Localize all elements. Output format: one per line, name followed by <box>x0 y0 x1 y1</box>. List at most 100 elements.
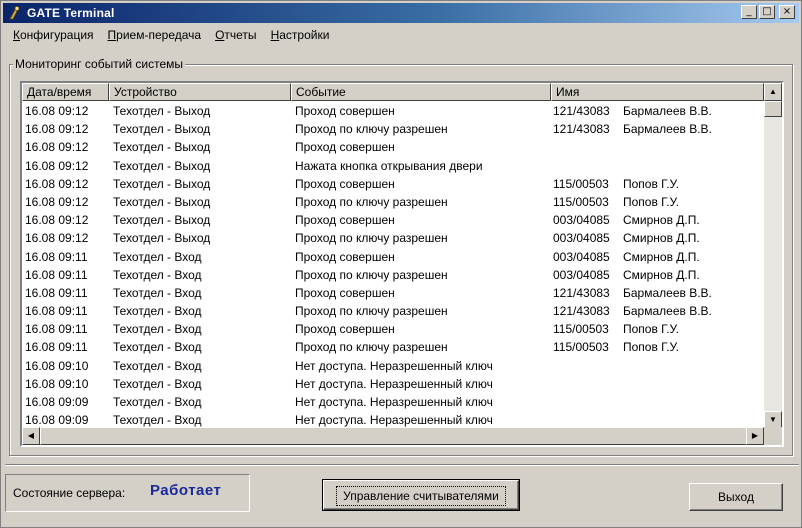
column-header-date[interactable]: Дата/время <box>22 83 109 101</box>
cell-key-code: 003/04085 <box>553 249 610 264</box>
table-row[interactable]: 16.08 09:11 Техотдел - Вход Проход соверше… <box>22 284 764 302</box>
cell-event: Проход совершен <box>295 322 395 337</box>
cell-device: Техотдел - Выход <box>113 140 211 155</box>
table-row[interactable]: 16.08 09:09 Техотдел - Вход Нет доступа. Н… <box>22 393 764 411</box>
menu-reports[interactable]: Отчеты <box>211 28 261 42</box>
table-row[interactable]: 16.08 09:11 Техотдел - Вход Проход соверше… <box>22 248 764 266</box>
cell-key-code <box>551 357 623 375</box>
column-header-event[interactable]: Событие <box>291 83 551 101</box>
column-header-name[interactable]: Имя <box>551 83 764 101</box>
cell-date: 16.08 09:12 <box>25 158 89 173</box>
cell-key-code: 003/04085 <box>553 231 610 246</box>
table-row[interactable]: 16.08 09:12 Техотдел - Выход Проход соверш… <box>22 211 764 229</box>
scroll-left-icon[interactable]: ◀ <box>22 427 40 445</box>
cell-event: Нажата кнопка открывания двери <box>295 158 483 173</box>
cell-date: 16.08 09:11 <box>25 322 88 337</box>
table-row[interactable]: 16.08 09:12 Техотдел - Выход Проход по клю… <box>22 120 764 138</box>
cell-device: Техотдел - Вход <box>113 285 202 300</box>
cell-key-code: 115/00503 <box>553 194 609 209</box>
cell-event: Проход совершен <box>295 213 395 228</box>
cell-person: Попов Г.У. <box>623 340 679 355</box>
cell-device: Техотдел - Вход <box>113 304 202 319</box>
column-header-device[interactable]: Устройство <box>109 83 291 101</box>
list-header: Дата/время Устройство Событие Имя <box>22 83 764 101</box>
cell-person <box>623 357 764 375</box>
cell-person: Бармалеев В.В. <box>623 122 712 137</box>
event-list[interactable]: Дата/время Устройство Событие Имя 16.08 … <box>20 81 784 447</box>
server-status-label: Состояние сервера: <box>13 486 126 500</box>
cell-key-code: 003/04085 <box>553 213 610 228</box>
cell-date: 16.08 09:12 <box>25 104 89 118</box>
table-row[interactable]: 16.08 09:11 Техотдел - Вход Проход по ключ… <box>22 266 764 284</box>
horizontal-scroll-thumb[interactable] <box>40 427 750 445</box>
menu-configuration[interactable]: Конфигурация <box>9 28 98 42</box>
cell-person: Смирнов Д.П. <box>623 213 700 228</box>
cell-person <box>623 375 764 393</box>
cell-date: 16.08 09:12 <box>25 176 89 191</box>
cell-event: Проход совершен <box>295 140 395 155</box>
cell-date: 16.08 09:12 <box>25 140 89 155</box>
cell-device: Техотдел - Выход <box>113 122 211 137</box>
cell-person: Попов Г.У. <box>623 176 679 191</box>
cell-event: Проход по ключу разрешен <box>295 267 448 282</box>
table-row[interactable]: 16.08 09:12 Техотдел - Выход Проход по клю… <box>22 229 764 247</box>
cell-date: 16.08 09:11 <box>25 304 88 319</box>
vertical-scroll-thumb[interactable] <box>764 101 782 117</box>
cell-event: Проход по ключу разрешен <box>295 340 448 355</box>
cell-person: Бармалеев В.В. <box>623 304 712 319</box>
horizontal-scrollbar[interactable]: ◀ ▶ <box>22 427 764 445</box>
gate-app-icon <box>9 6 20 20</box>
gate-terminal-window: GATE Terminal _ □ × Конфигурация Прием-п… <box>0 0 802 528</box>
scroll-right-icon[interactable]: ▶ <box>746 427 764 445</box>
menu-settings[interactable]: Настройки <box>267 28 334 42</box>
menu-transfer[interactable]: Прием-передача <box>104 28 206 42</box>
cell-date: 16.08 09:12 <box>25 194 89 209</box>
cell-person: Смирнов Д.П. <box>623 231 700 246</box>
table-row[interactable]: 16.08 09:10 Техотдел - Вход Нет доступа. Н… <box>22 357 764 375</box>
cell-device: Техотдел - Выход <box>113 158 211 173</box>
cell-device: Техотдел - Выход <box>113 231 211 246</box>
cell-device: Техотдел - Выход <box>113 104 211 118</box>
vertical-scrollbar[interactable]: ▲ ▼ <box>764 83 782 429</box>
cell-device: Техотдел - Вход <box>113 376 202 391</box>
cell-key-code <box>551 375 623 393</box>
table-row[interactable]: 16.08 09:11 Техотдел - Вход Проход соверше… <box>22 320 764 338</box>
cell-key-code: 115/00503 <box>553 176 609 191</box>
cell-event: Проход по ключу разрешен <box>295 194 448 209</box>
manage-readers-button[interactable]: Управление считывателями <box>322 479 520 511</box>
scroll-up-icon[interactable]: ▲ <box>764 83 782 101</box>
table-row[interactable]: 16.08 09:12 Техотдел - Выход Проход соверш… <box>22 102 764 120</box>
cell-event: Нет доступа. Неразрешенный ключ <box>295 376 493 391</box>
cell-device: Техотдел - Вход <box>113 395 202 409</box>
table-row[interactable]: 16.08 09:11 Техотдел - Вход Проход по ключ… <box>22 338 764 356</box>
table-row[interactable]: 16.08 09:12 Техотдел - Выход Проход соверш… <box>22 175 764 193</box>
cell-person: Бармалеев В.В. <box>623 285 712 300</box>
minimize-button[interactable]: _ <box>741 5 757 19</box>
cell-person <box>623 393 764 411</box>
cell-device: Техотдел - Выход <box>113 194 211 209</box>
cell-date: 16.08 09:11 <box>25 249 88 264</box>
table-row[interactable]: 16.08 09:11 Техотдел - Вход Проход по ключ… <box>22 302 764 320</box>
cell-key-code: 121/43083 <box>553 104 610 118</box>
cell-key-code <box>551 157 623 175</box>
table-row[interactable]: 16.08 09:12 Техотдел - Выход Нажата кнопка… <box>22 157 764 175</box>
table-row[interactable]: 16.08 09:12 Техотдел - Выход Проход соверш… <box>22 138 764 156</box>
cell-person: Попов Г.У. <box>623 194 679 209</box>
cell-device: Техотдел - Выход <box>113 213 211 228</box>
maximize-button[interactable]: □ <box>759 5 775 19</box>
cell-device: Техотдел - Вход <box>113 249 202 264</box>
server-status-value: Работает <box>150 482 222 499</box>
cell-event: Проход по ключу разрешен <box>295 304 448 319</box>
list-rows: 16.08 09:12 Техотдел - Выход Проход соверш… <box>22 102 764 429</box>
close-button[interactable]: × <box>779 5 795 19</box>
cell-key-code: 121/43083 <box>553 285 610 300</box>
cell-person: Смирнов Д.П. <box>623 267 700 282</box>
title-bar[interactable]: GATE Terminal _ □ × <box>3 3 799 23</box>
exit-button[interactable]: Выход <box>689 483 783 511</box>
cell-event: Проход совершен <box>295 249 395 264</box>
table-row[interactable]: 16.08 09:12 Техотдел - Выход Проход по клю… <box>22 193 764 211</box>
cell-key-code: 121/43083 <box>553 122 610 137</box>
table-row[interactable]: 16.08 09:10 Техотдел - Вход Нет доступа. Н… <box>22 375 764 393</box>
cell-date: 16.08 09:10 <box>25 376 89 391</box>
cell-key-code: 003/04085 <box>553 267 610 282</box>
